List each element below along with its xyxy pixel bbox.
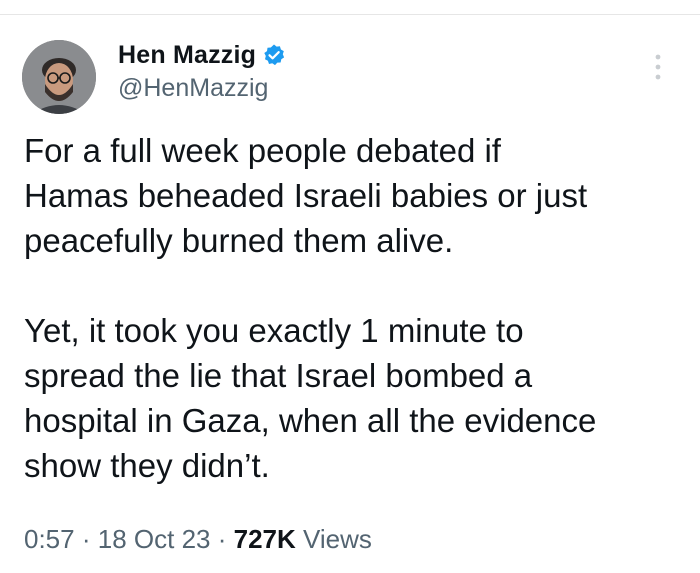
meta-separator: · — [217, 524, 227, 554]
avatar-image — [22, 40, 96, 114]
top-border — [0, 0, 700, 15]
tweet-text: For a full week people debated if Hamas … — [24, 128, 684, 488]
views-count: 727K — [233, 524, 296, 554]
tweet-paragraph-2: Yet, it took you exactly 1 minute to spr… — [24, 312, 597, 484]
verified-badge-icon — [262, 43, 286, 67]
author-header: Hen Mazzig @HenMazzig — [118, 38, 286, 103]
name-row: Hen Mazzig — [118, 38, 286, 72]
tweet-meta: 0:57 · 18 Oct 23 · 727K Views — [24, 524, 372, 555]
user-handle[interactable]: @HenMazzig — [118, 74, 286, 103]
tweet-date[interactable]: 18 Oct 23 — [98, 524, 211, 554]
tweet-paragraph-1: For a full week people debated if Hamas … — [24, 132, 588, 259]
display-name[interactable]: Hen Mazzig — [118, 41, 256, 70]
avatar[interactable] — [22, 40, 96, 114]
tweet-time[interactable]: 0:57 — [24, 524, 75, 554]
views-label: Views — [303, 524, 372, 554]
more-vertical-icon[interactable] — [651, 52, 665, 82]
meta-separator: · — [81, 524, 91, 554]
